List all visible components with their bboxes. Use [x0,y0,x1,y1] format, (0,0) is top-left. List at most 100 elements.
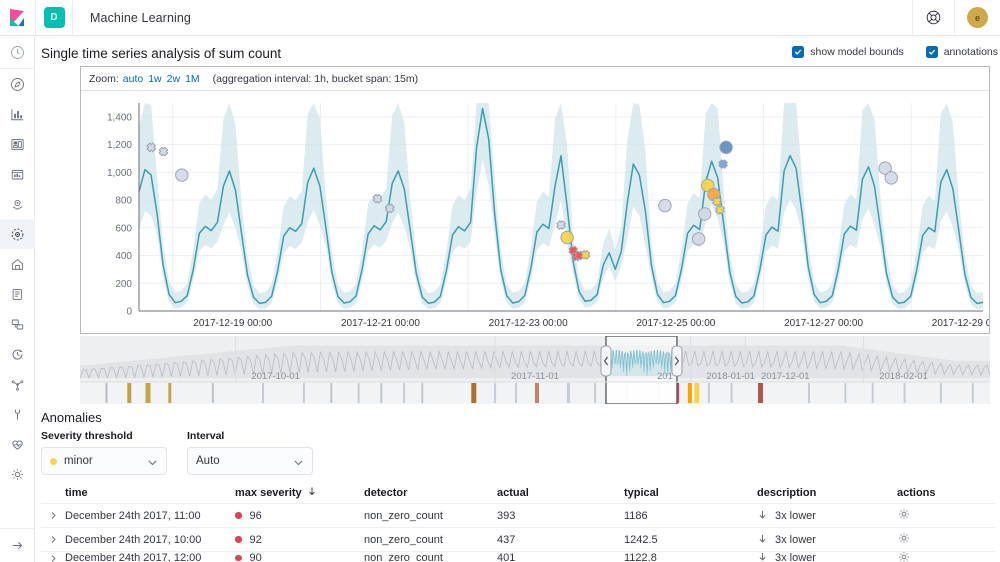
anomaly-marker[interactable] [698,207,712,221]
zoom-option-1M[interactable]: 1M [185,73,200,85]
space-selector[interactable]: D [36,0,72,36]
anomaly-marker[interactable] [658,198,672,213]
siem-icon [11,379,23,391]
help-lifebuoy-icon [926,10,941,25]
expand-row-button[interactable] [41,554,65,562]
description-text: 3x lower [775,509,816,522]
sidebar-item-recently-viewed[interactable] [0,36,35,69]
severity-threshold-label: Severity threshold [41,430,133,442]
cell-typical: 1186 [624,509,648,522]
sidebar-item-infrastructure[interactable] [0,249,35,279]
row-actions-button[interactable] [897,552,911,562]
show-model-bounds-toggle[interactable]: show model bounds [792,46,904,58]
chart-plot-area[interactable]: 0 200 400 600 800 1,000 1,200 1,400 2017-12-19 0… [81,91,989,333]
brush-handle-right-icon[interactable] [671,345,683,377]
severity-value: 96 [249,509,262,522]
chevron-down-icon [147,457,158,471]
row-actions-button[interactable] [897,509,911,524]
brush-selection-label: 201 [657,371,673,382]
avatar: e [967,7,988,28]
anomalies-heading: Anomalies [41,410,102,425]
chart-overview-brush[interactable]: 2017-10-01 2017-11-01 2017-12-01 2018-01-01… [80,336,990,404]
anomaly-marker[interactable] [560,230,574,245]
severity-threshold-select[interactable]: minor [41,447,167,475]
main-content: Single time series analysis of sum count… [35,36,1000,562]
sidebar-item-dashboard[interactable] [0,129,35,159]
gear-icon [11,468,23,480]
overview-svg: 2017-10-01 2017-11-01 2017-12-01 2018-01-01… [80,336,990,404]
sidebar-item-maps[interactable] [0,189,35,219]
severity-bullet-icon [235,536,242,543]
cell-max-severity: 92 [235,534,364,546]
sidebar-item-dev-tools[interactable] [0,399,35,429]
anomaly-marker[interactable] [884,171,898,185]
sidebar-item-discover[interactable] [0,69,35,99]
svg-text:2017-12-27 00:00: 2017-12-27 00:00 [784,318,863,329]
severity-value: 92 [249,533,262,546]
expand-row-button[interactable] [41,535,65,544]
svg-text:2017-10-01: 2017-10-01 [251,371,300,382]
cell-typical: 1122.8 [624,552,657,562]
cell-detector: non_zero_count [364,533,443,546]
row-actions-button[interactable] [897,533,911,548]
topbar-divider [72,0,73,36]
kibana-logo-icon [10,8,24,26]
table-row[interactable]: December 24th 2017, 10:00 92 non_zero_coun… [41,528,995,552]
cell-detector: non_zero_count [364,552,443,562]
zoom-option-auto[interactable]: auto [123,73,143,85]
interval-select[interactable]: Auto [187,447,313,475]
description-text: 3x lower [775,552,816,562]
sidebar-item-uptime[interactable] [0,339,35,369]
apm-icon [11,319,23,329]
brush-handle-left-icon[interactable] [600,345,612,377]
cell-actual: 401 [497,552,516,562]
table-row[interactable]: December 24th 2017, 12:00 90 non_zero_coun… [41,552,995,562]
chevron-right-icon [51,554,56,562]
anomaly-marker[interactable] [691,232,706,246]
sidebar-item-logs[interactable] [0,279,35,309]
canvas-icon [11,169,23,179]
annotations-toggle[interactable]: annotations [925,46,998,58]
zoom-option-1w[interactable]: 1w [148,73,161,85]
svg-text:400: 400 [115,251,132,262]
column-header-max-severity[interactable]: max severity [235,486,364,499]
sidebar-item-visualize[interactable] [0,99,35,129]
sidebar-item-machine-learning[interactable] [0,219,35,249]
chart-toggles: show model bounds annotations [792,46,998,58]
expand-row-button[interactable] [41,511,65,520]
interval-value: Auto [196,455,220,467]
column-header-time[interactable]: time [65,487,235,499]
column-header-description: description [757,486,817,499]
kibana-logo[interactable] [0,0,36,36]
cell-typical: 1242.5 [624,533,658,546]
column-header-actual[interactable]: actual [497,487,624,499]
svg-text:2017-11-01: 2017-11-01 [511,371,559,382]
sidebar-item-monitoring[interactable] [0,429,35,459]
sidebar-item-canvas[interactable] [0,159,35,189]
severity-value: 90 [249,552,262,562]
zoom-option-2w[interactable]: 2w [167,73,180,85]
cell-max-severity: 90 [235,552,364,562]
table-row[interactable]: December 24th 2017, 11:00 96 non_zero_coun… [41,504,995,528]
user-menu-button[interactable]: e [954,0,1000,36]
anomaly-marker[interactable] [719,140,733,155]
help-button[interactable] [912,0,954,36]
uptime-icon [12,349,22,360]
column-header-detector[interactable]: detector [364,487,497,499]
sidebar-item-apm[interactable] [0,309,35,339]
machine-learning-icon [11,228,23,240]
anomaly-marker[interactable] [175,168,189,182]
sidebar-item-management[interactable] [0,459,35,489]
sidebar-item-collapse-nav[interactable] [0,528,35,562]
column-header-typical[interactable]: typical [624,487,757,499]
chevron-right-icon [51,512,56,519]
chevron-down-icon [293,457,304,471]
svg-text:1,000: 1,000 [107,168,132,179]
sort-descending-icon [307,486,317,499]
cell-actual: 437 [497,533,516,546]
svg-text:2017-12-21 00:00: 2017-12-21 00:00 [341,318,420,329]
sidebar-item-siem[interactable] [0,369,35,399]
arrow-down-icon [757,509,768,523]
severity-color-dot-icon [50,457,57,465]
cell-actions [897,552,977,562]
